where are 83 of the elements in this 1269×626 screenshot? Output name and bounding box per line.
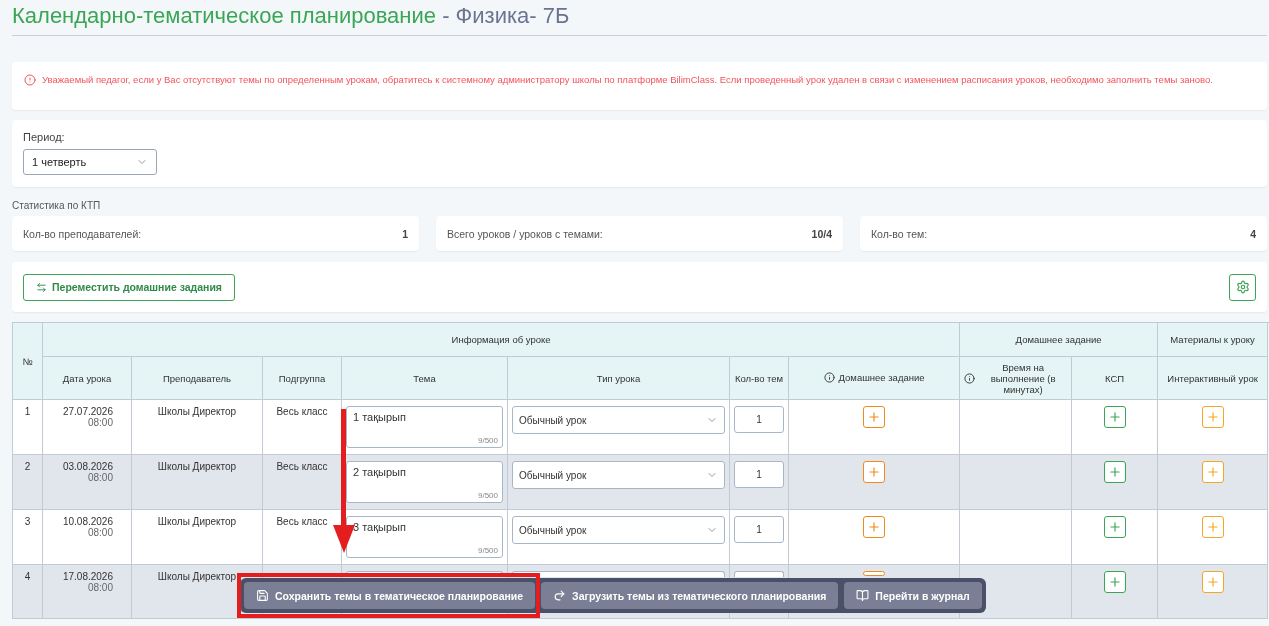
- period-select[interactable]: 1 четверть: [23, 149, 157, 175]
- column-header: Время на выполнение (в минутах): [959, 356, 1072, 400]
- plus-icon: [867, 465, 882, 479]
- column-header: Подгруппа: [262, 356, 342, 400]
- add-ksp-button[interactable]: [1103, 516, 1126, 538]
- table-cell: 17.08.2026 08:00: [42, 564, 132, 619]
- column-header: Тип урока: [507, 356, 730, 400]
- plus-icon: [1107, 465, 1122, 479]
- book-icon: [856, 589, 870, 602]
- column-header: КСП: [1071, 356, 1158, 400]
- save-button[interactable]: Сохранить темы в тематическое планирование: [244, 582, 536, 609]
- table-cell: 27.07.2026 08:00: [42, 399, 132, 455]
- plus-icon: [1205, 465, 1220, 479]
- topic-count-field[interactable]: 1: [734, 406, 784, 433]
- column-header: Дата урока: [42, 356, 132, 400]
- plus-icon: [1205, 520, 1220, 534]
- add-interactive-button[interactable]: [1201, 571, 1224, 593]
- column-header: Кол-во тем: [729, 356, 789, 400]
- plus-icon: [1205, 575, 1220, 589]
- lesson-type-select[interactable]: [512, 571, 725, 577]
- group-header: Материалы к уроку: [1157, 322, 1268, 357]
- add-ksp-button[interactable]: [1103, 571, 1126, 593]
- topic-field[interactable]: 3 тақырып 9/500: [346, 516, 503, 558]
- column-header: Домашнее задание: [788, 356, 960, 400]
- table-cell: 4: [12, 564, 43, 619]
- stat-value: 10/4: [811, 227, 832, 240]
- stat-label: Кол-во тем:: [871, 227, 928, 240]
- table-cell: Школы Директор: [131, 454, 263, 510]
- table-cell: 03.08.2026 08:00: [42, 454, 132, 510]
- plus-icon: [1107, 410, 1122, 424]
- plus-icon: [1107, 520, 1122, 534]
- column-header: №: [12, 322, 43, 400]
- add-ksp-button[interactable]: [1103, 461, 1126, 483]
- topic-count-field[interactable]: 1: [734, 516, 784, 543]
- move-homework-button[interactable]: Переместить домашние задания: [23, 273, 235, 301]
- alert-icon: [24, 74, 36, 86]
- column-header: Интерактивный урок: [1157, 356, 1268, 400]
- add-homework-button[interactable]: [863, 406, 886, 428]
- plus-icon: [1107, 575, 1122, 589]
- settings-button[interactable]: [1229, 273, 1256, 301]
- floppy-icon: [256, 589, 269, 602]
- topic-field[interactable]: 1 тақырып 9/500: [346, 406, 503, 448]
- table-cell: Школы Директор: [131, 509, 263, 565]
- topic-count-field[interactable]: 1: [734, 461, 784, 488]
- group-header: Информация об уроке: [42, 322, 960, 357]
- column-header: Тема: [341, 356, 508, 400]
- lesson-type-select[interactable]: Обычный урок: [512, 406, 725, 434]
- table-cell: 1: [12, 399, 43, 455]
- add-homework-button[interactable]: [863, 461, 886, 483]
- redo-arrow-icon: [553, 589, 567, 602]
- topic-count-field[interactable]: [734, 571, 784, 577]
- table-cell: 10.08.2026 08:00: [42, 509, 132, 565]
- add-interactive-button[interactable]: [1201, 406, 1224, 428]
- stat-label: Кол-во преподавателей:: [23, 227, 142, 240]
- swap-arrows-icon: [36, 281, 47, 293]
- period-label: Период:: [23, 131, 66, 143]
- column-header: Преподаватель: [131, 356, 263, 400]
- plus-icon: [867, 410, 882, 424]
- add-interactive-button[interactable]: [1201, 516, 1224, 538]
- lesson-type-select[interactable]: Обычный урок: [512, 461, 725, 489]
- add-homework-button[interactable]: [863, 571, 886, 576]
- stat-value: 4: [1250, 227, 1256, 240]
- add-interactive-button[interactable]: [1201, 461, 1224, 483]
- stats-title: Статистика по КТП: [12, 200, 102, 211]
- info-icon: [964, 372, 976, 384]
- settings-icon: [1235, 280, 1250, 294]
- lesson-type-select[interactable]: Обычный урок: [512, 516, 725, 544]
- plus-icon: [867, 520, 882, 534]
- load-button[interactable]: Загрузить темы из тематического планирования: [541, 582, 839, 609]
- group-header: Домашнее задание: [959, 322, 1158, 357]
- plus-icon: [1205, 410, 1220, 424]
- table-cell: 3: [12, 509, 43, 565]
- stat-label: Всего уроков / уроков с темами:: [447, 227, 603, 240]
- table-cell: 2: [12, 454, 43, 510]
- alert-text: Уважаемый педагог, если у Вас отсутствуют темы по определенным урокам, обратитесь к системному администратору школы по платформе BilimClass. Если проведенный урок удален в связи с изменением расписания уроков, необходимо заполнить темы заново.: [42, 73, 1213, 87]
- page-title: Календарно-тематическое планирование - Физика- 7Б: [12, 0, 1267, 36]
- topic-field[interactable]: 2 тақырып 9/500: [346, 461, 503, 503]
- journal-button[interactable]: Перейти в журнал: [844, 582, 982, 609]
- table-cell: Школы Директор: [131, 399, 263, 455]
- add-ksp-button[interactable]: [1103, 406, 1126, 428]
- info-icon: [823, 371, 835, 383]
- add-homework-button[interactable]: [863, 516, 886, 538]
- stat-value: 1: [402, 227, 408, 240]
